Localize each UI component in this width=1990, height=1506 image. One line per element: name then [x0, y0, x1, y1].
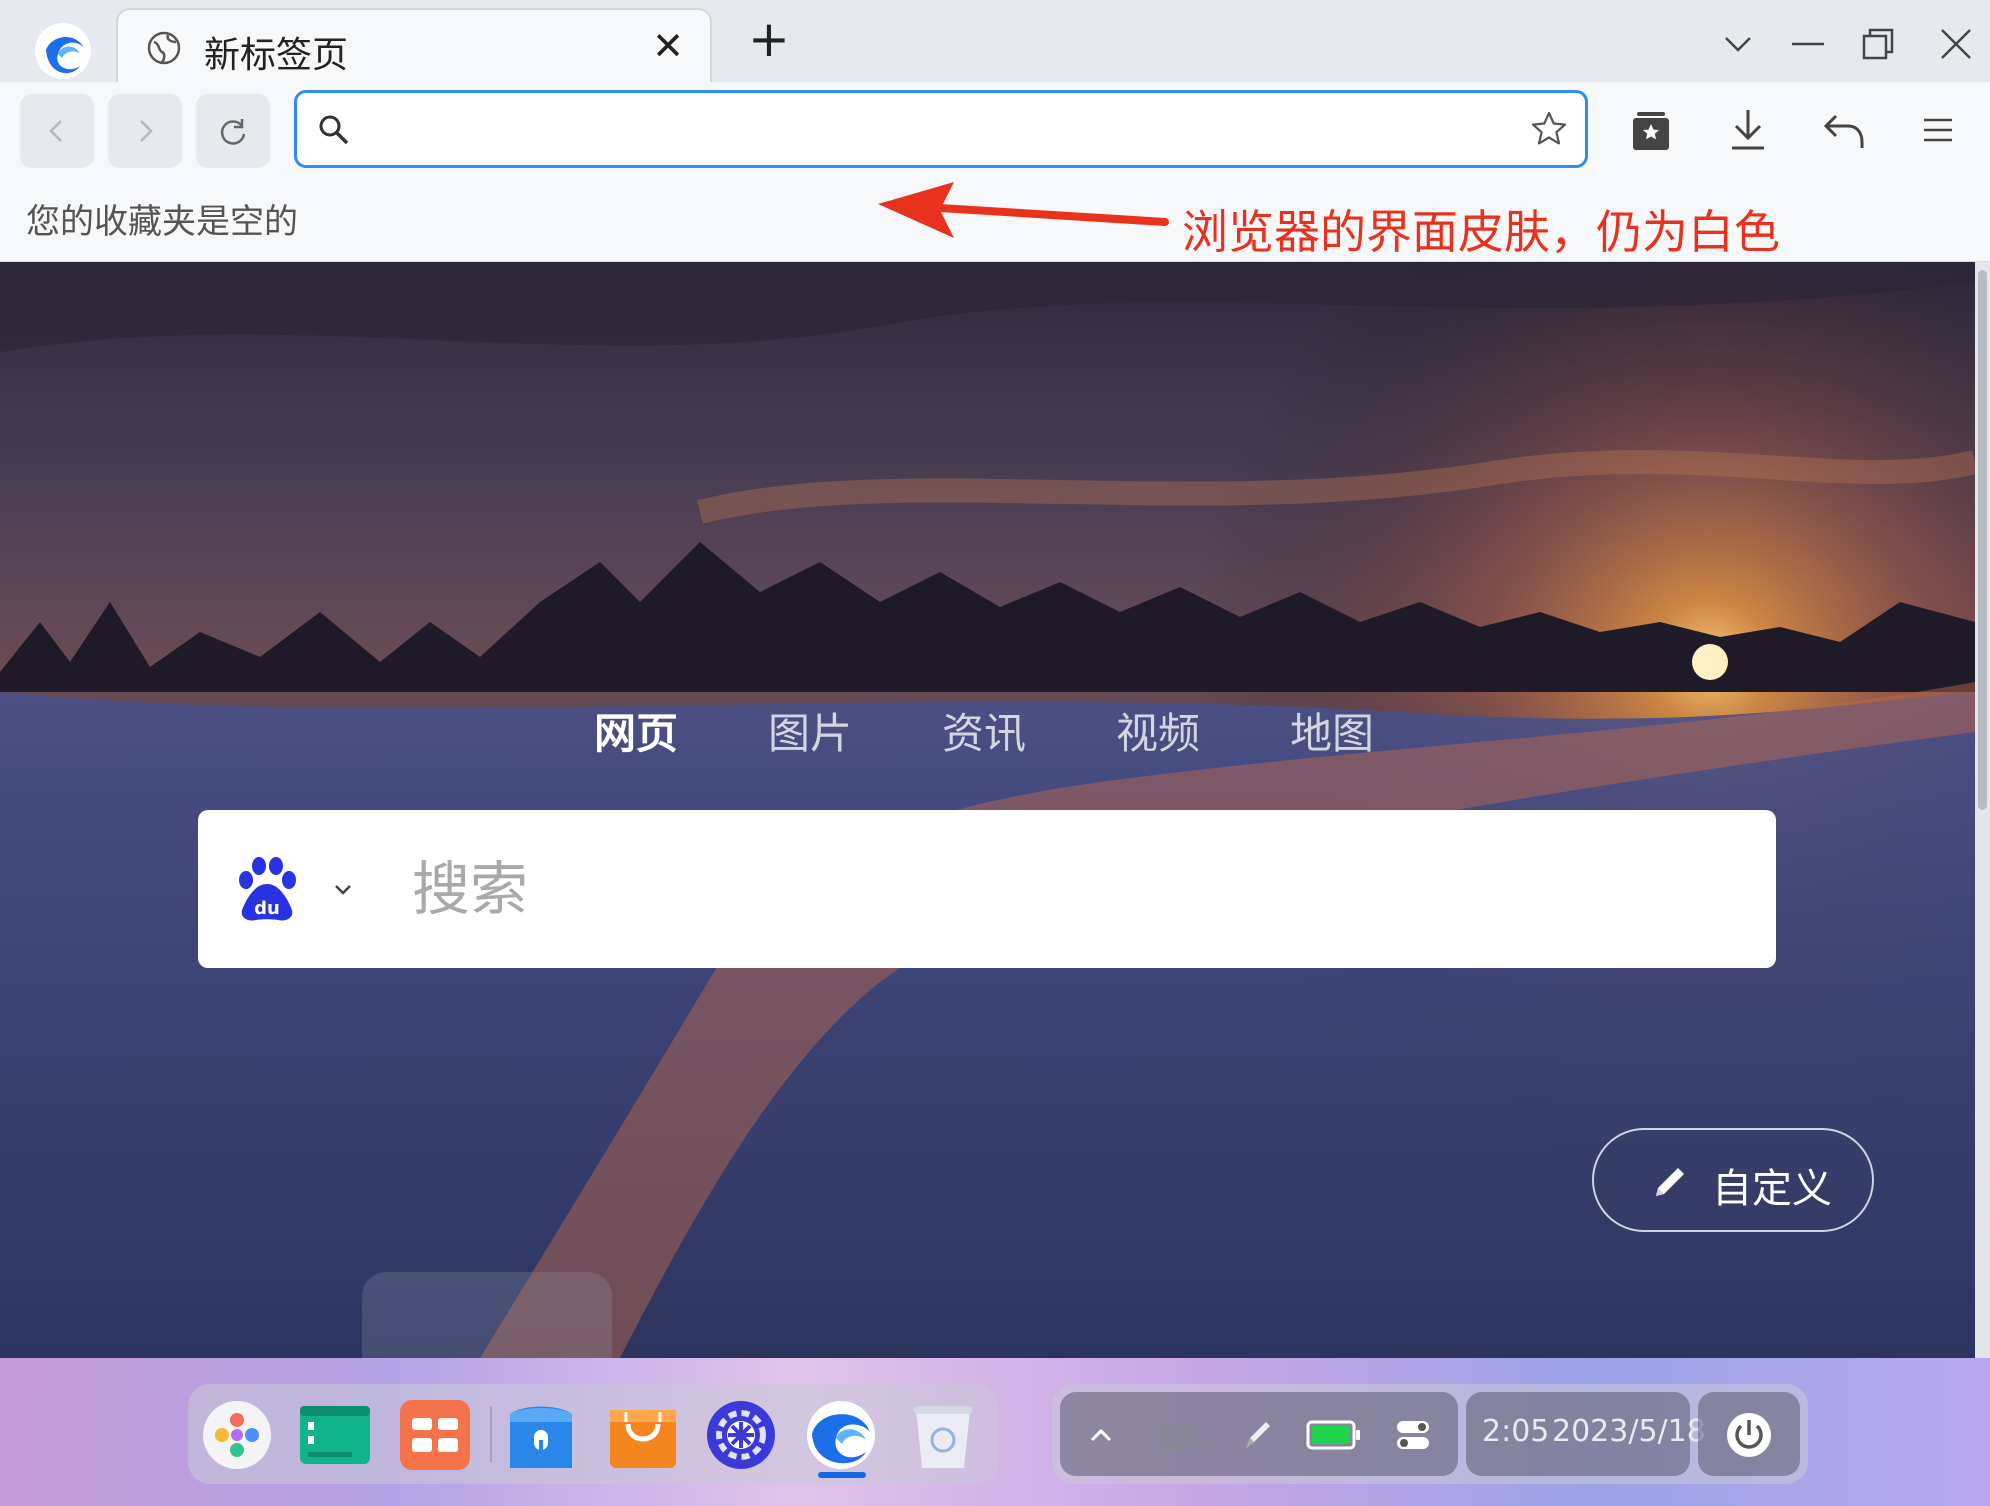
browser-icon[interactable]	[804, 1398, 878, 1472]
chevron-down-icon[interactable]	[330, 876, 356, 902]
annotation-text: 浏览器的界面皮肤，仍为白色	[1182, 205, 1780, 259]
search-icon	[319, 115, 349, 145]
launcher-icon[interactable]	[200, 1398, 274, 1472]
baidu-logo-icon[interactable]: du	[232, 854, 302, 924]
clock[interactable]: 2:05 2023/5/18	[1466, 1392, 1706, 1476]
clock-date: 2023/5/18	[1552, 1414, 1706, 1449]
download-icon[interactable]	[1722, 104, 1774, 156]
back-button[interactable]	[20, 94, 94, 168]
tab-strip: 新标签页 ✕ +	[0, 0, 1990, 84]
control-center-icon[interactable]	[1394, 1416, 1432, 1454]
arrow-right-icon	[140, 120, 153, 142]
new-tab-button[interactable]: +	[748, 14, 790, 64]
clock-time: 2:05	[1482, 1414, 1550, 1449]
customize-label: 自定义	[1712, 1166, 1832, 1212]
customize-button[interactable]: 自定义	[1592, 1128, 1874, 1232]
scrollbar-thumb[interactable]	[1978, 270, 1987, 810]
browser-logo-icon[interactable]	[32, 20, 94, 82]
reload-icon	[220, 119, 246, 145]
active-app-indicator	[818, 1472, 866, 1478]
minimize-icon[interactable]	[1786, 22, 1830, 66]
search-tab-map[interactable]: 地图	[1290, 700, 1374, 761]
annotation-arrow-icon	[878, 182, 1169, 238]
tray-icon-group	[1060, 1392, 1458, 1476]
battery-icon[interactable]	[1306, 1416, 1362, 1454]
bookmark-bar: 您的收藏夹是空的 浏览器的界面皮肤，仍为白色	[0, 182, 1990, 262]
restore-icon[interactable]	[1856, 22, 1900, 66]
svg-text:du: du	[254, 898, 280, 919]
pencil-icon	[1656, 1168, 1684, 1196]
address-bar[interactable]	[294, 90, 1588, 168]
chevron-up-icon[interactable]	[1082, 1416, 1120, 1454]
globe-icon	[147, 31, 181, 65]
search-tab-news[interactable]: 资讯	[942, 700, 1026, 761]
toolbar	[0, 82, 1990, 182]
bookmark-bar-empty-text: 您的收藏夹是空的	[26, 202, 298, 242]
collections-icon[interactable]	[1625, 104, 1677, 156]
tab-title: 新标签页	[204, 35, 349, 76]
app-store-icon[interactable]	[606, 1398, 680, 1472]
ghost-panel	[362, 1272, 612, 1358]
keyboard-icon[interactable]	[1158, 1416, 1196, 1454]
search-input[interactable]	[412, 846, 1732, 932]
new-tab-page: 网页 图片 资讯 视频 地图 du 自定义	[0, 262, 1975, 1358]
power-button[interactable]	[1698, 1392, 1800, 1476]
address-input[interactable]	[367, 107, 1487, 151]
chevron-down-icon[interactable]	[1716, 22, 1760, 66]
tab-new-tab[interactable]: 新标签页 ✕	[116, 8, 712, 84]
dock-separator	[490, 1406, 492, 1462]
arrow-left-icon	[49, 120, 62, 142]
settings-icon[interactable]	[704, 1398, 778, 1472]
undo-icon[interactable]	[1818, 104, 1870, 156]
menu-icon[interactable]	[1912, 104, 1964, 156]
star-icon[interactable]	[1529, 109, 1569, 149]
tab-close-icon[interactable]: ✕	[648, 24, 688, 68]
app-grid-icon[interactable]	[398, 1398, 472, 1472]
file-manager-icon[interactable]	[504, 1398, 578, 1472]
taskbar: 2:05 2023/5/18	[0, 1358, 1990, 1506]
forward-button[interactable]	[108, 94, 182, 168]
terminal-icon[interactable]	[298, 1398, 372, 1472]
trash-icon[interactable]	[906, 1398, 980, 1472]
search-tab-images[interactable]: 图片	[768, 700, 852, 761]
power-icon	[1727, 1413, 1771, 1457]
pen-icon[interactable]	[1238, 1416, 1276, 1454]
search-tab-web[interactable]: 网页	[594, 700, 678, 761]
search-tab-video[interactable]: 视频	[1116, 700, 1200, 761]
reload-button[interactable]	[196, 94, 270, 168]
dock	[188, 1384, 998, 1484]
system-tray: 2:05 2023/5/18	[1052, 1384, 1808, 1484]
search-box: du	[198, 810, 1776, 968]
close-icon[interactable]	[1934, 22, 1978, 66]
